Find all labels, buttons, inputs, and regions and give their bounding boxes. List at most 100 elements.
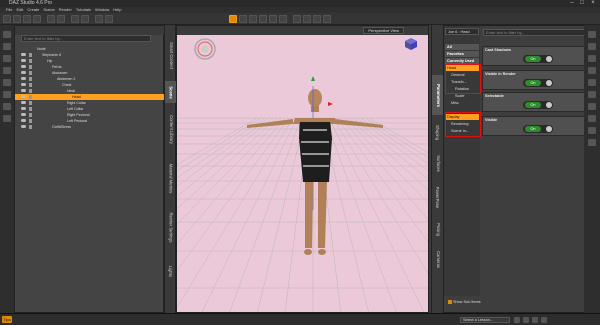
redo-icon[interactable] xyxy=(57,15,65,23)
visibility-eye-icon[interactable] xyxy=(21,53,26,56)
joint-editor-icon[interactable] xyxy=(313,15,321,23)
play-icon[interactable] xyxy=(514,317,520,323)
viewport[interactable]: Perspective View xyxy=(176,25,429,313)
lock-icon[interactable] xyxy=(29,59,32,63)
settings-icon[interactable] xyxy=(588,139,596,146)
view-cube-icon[interactable] xyxy=(404,37,418,51)
lock-icon[interactable] xyxy=(29,77,32,81)
main-toolbar xyxy=(0,13,600,25)
lock-icon[interactable] xyxy=(29,65,32,69)
rotate-tool-icon[interactable] xyxy=(249,15,257,23)
property-name: Selectable xyxy=(485,94,504,98)
visibility-eye-icon[interactable] xyxy=(21,89,26,92)
universal-tool-icon[interactable] xyxy=(229,15,237,23)
property-toggle[interactable]: On xyxy=(523,101,553,109)
camera-dropdown[interactable]: Perspective View xyxy=(363,27,404,34)
tips-button[interactable]: Tips xyxy=(2,316,12,323)
property-toggle[interactable]: On xyxy=(523,55,553,63)
tool-icon[interactable] xyxy=(588,55,596,62)
morph-icon[interactable] xyxy=(588,67,596,74)
lock-icon[interactable] xyxy=(29,125,32,129)
visibility-eye-icon[interactable] xyxy=(21,107,26,110)
scale-tool-icon[interactable] xyxy=(259,15,267,23)
node-selector[interactable]: Joe 6 : Head xyxy=(445,28,479,35)
lighting-icon[interactable] xyxy=(588,91,596,98)
lock-icon[interactable] xyxy=(29,71,32,75)
save-as-icon[interactable] xyxy=(33,15,41,23)
visibility-eye-icon[interactable] xyxy=(21,95,26,98)
visibility-eye-icon[interactable] xyxy=(21,101,26,104)
parameter-filter-input[interactable]: Enter text to filter by... xyxy=(483,29,599,36)
toggle-knob[interactable] xyxy=(546,80,552,86)
toggle-knob[interactable] xyxy=(546,126,552,132)
toggle-value: On xyxy=(525,56,541,62)
surface-icon[interactable] xyxy=(588,79,596,86)
visibility-eye-icon[interactable] xyxy=(21,113,26,116)
show-sub-items-checkbox[interactable]: Show Sub Items xyxy=(448,300,481,304)
arrow-icon[interactable] xyxy=(588,43,596,50)
visibility-eye-icon[interactable] xyxy=(21,77,26,80)
lock-icon[interactable] xyxy=(29,107,32,111)
delete-icon[interactable] xyxy=(3,115,11,122)
lesson-dropdown[interactable]: Select a Lesson... xyxy=(460,317,510,323)
save-icon[interactable] xyxy=(23,15,31,23)
parameter-group-item[interactable]: Favorites xyxy=(445,51,479,57)
camera-icon[interactable] xyxy=(588,103,596,110)
surface-selection-icon[interactable] xyxy=(293,15,301,23)
render-settings-icon[interactable] xyxy=(105,15,113,23)
geometry-editor-icon[interactable] xyxy=(303,15,311,23)
lock-icon[interactable] xyxy=(29,53,32,57)
scene-filter-input[interactable]: Enter text to filter by... xyxy=(21,35,151,42)
export-icon[interactable] xyxy=(81,15,89,23)
parameter-group-item[interactable]: All xyxy=(445,44,479,50)
undo-icon[interactable] xyxy=(47,15,55,23)
node-weight-icon[interactable] xyxy=(279,15,287,23)
next-icon[interactable] xyxy=(541,317,547,323)
minimize-button[interactable]: – xyxy=(568,0,576,7)
pose-icon[interactable] xyxy=(588,115,596,122)
property-toggle[interactable]: On xyxy=(523,125,553,133)
pin-icon[interactable] xyxy=(588,31,596,38)
toggle-knob[interactable] xyxy=(546,102,552,108)
title-bar: DAZ Studio 4.6 Pro – □ × xyxy=(0,0,600,7)
prop-icon[interactable] xyxy=(3,91,11,98)
pause-icon[interactable] xyxy=(523,317,529,323)
translate-tool-icon[interactable] xyxy=(239,15,247,23)
open-icon[interactable] xyxy=(13,15,21,23)
figure-icon[interactable] xyxy=(3,79,11,86)
lock-icon[interactable] xyxy=(29,89,32,93)
tab-label: PowerPose xyxy=(435,186,441,208)
new-scene-icon[interactable] xyxy=(3,15,11,23)
light-icon[interactable] xyxy=(3,67,11,74)
render-icon[interactable] xyxy=(95,15,103,23)
lock-icon[interactable] xyxy=(29,95,32,99)
camera-orbit-gizmo[interactable] xyxy=(194,38,216,60)
scene-tree-row[interactable]: Outfit/Dress xyxy=(15,124,165,130)
lock-icon[interactable] xyxy=(29,101,32,105)
group-icon[interactable] xyxy=(3,103,11,110)
lock-icon[interactable] xyxy=(29,83,32,87)
visibility-eye-icon[interactable] xyxy=(21,119,26,122)
active-pose-icon[interactable] xyxy=(269,15,277,23)
visibility-eye-icon[interactable] xyxy=(21,71,26,74)
lock-icon[interactable] xyxy=(29,113,32,117)
left-pane-tabs: Smart Content Scene Content Library Materia… xyxy=(164,25,177,313)
camera-icon[interactable] xyxy=(3,55,11,62)
property-toggle[interactable]: On xyxy=(523,79,553,87)
aux-viewport-icon[interactable] xyxy=(3,43,11,50)
visibility-eye-icon[interactable] xyxy=(21,125,26,128)
spot-render-icon[interactable] xyxy=(323,15,331,23)
tab-label: Surfaces xyxy=(435,154,441,172)
lock-icon[interactable] xyxy=(29,119,32,123)
visibility-eye-icon[interactable] xyxy=(21,59,26,62)
parameter-group-item[interactable]: Misc xyxy=(445,100,479,106)
toggle-knob[interactable] xyxy=(546,56,552,62)
maximize-button[interactable]: □ xyxy=(578,0,586,7)
timeline-icon[interactable] xyxy=(588,127,596,134)
close-button[interactable]: × xyxy=(589,0,597,7)
visibility-eye-icon[interactable] xyxy=(21,83,26,86)
visibility-eye-icon[interactable] xyxy=(21,65,26,68)
pin-icon[interactable] xyxy=(3,31,11,38)
import-icon[interactable] xyxy=(71,15,79,23)
stop-icon[interactable] xyxy=(532,317,538,323)
